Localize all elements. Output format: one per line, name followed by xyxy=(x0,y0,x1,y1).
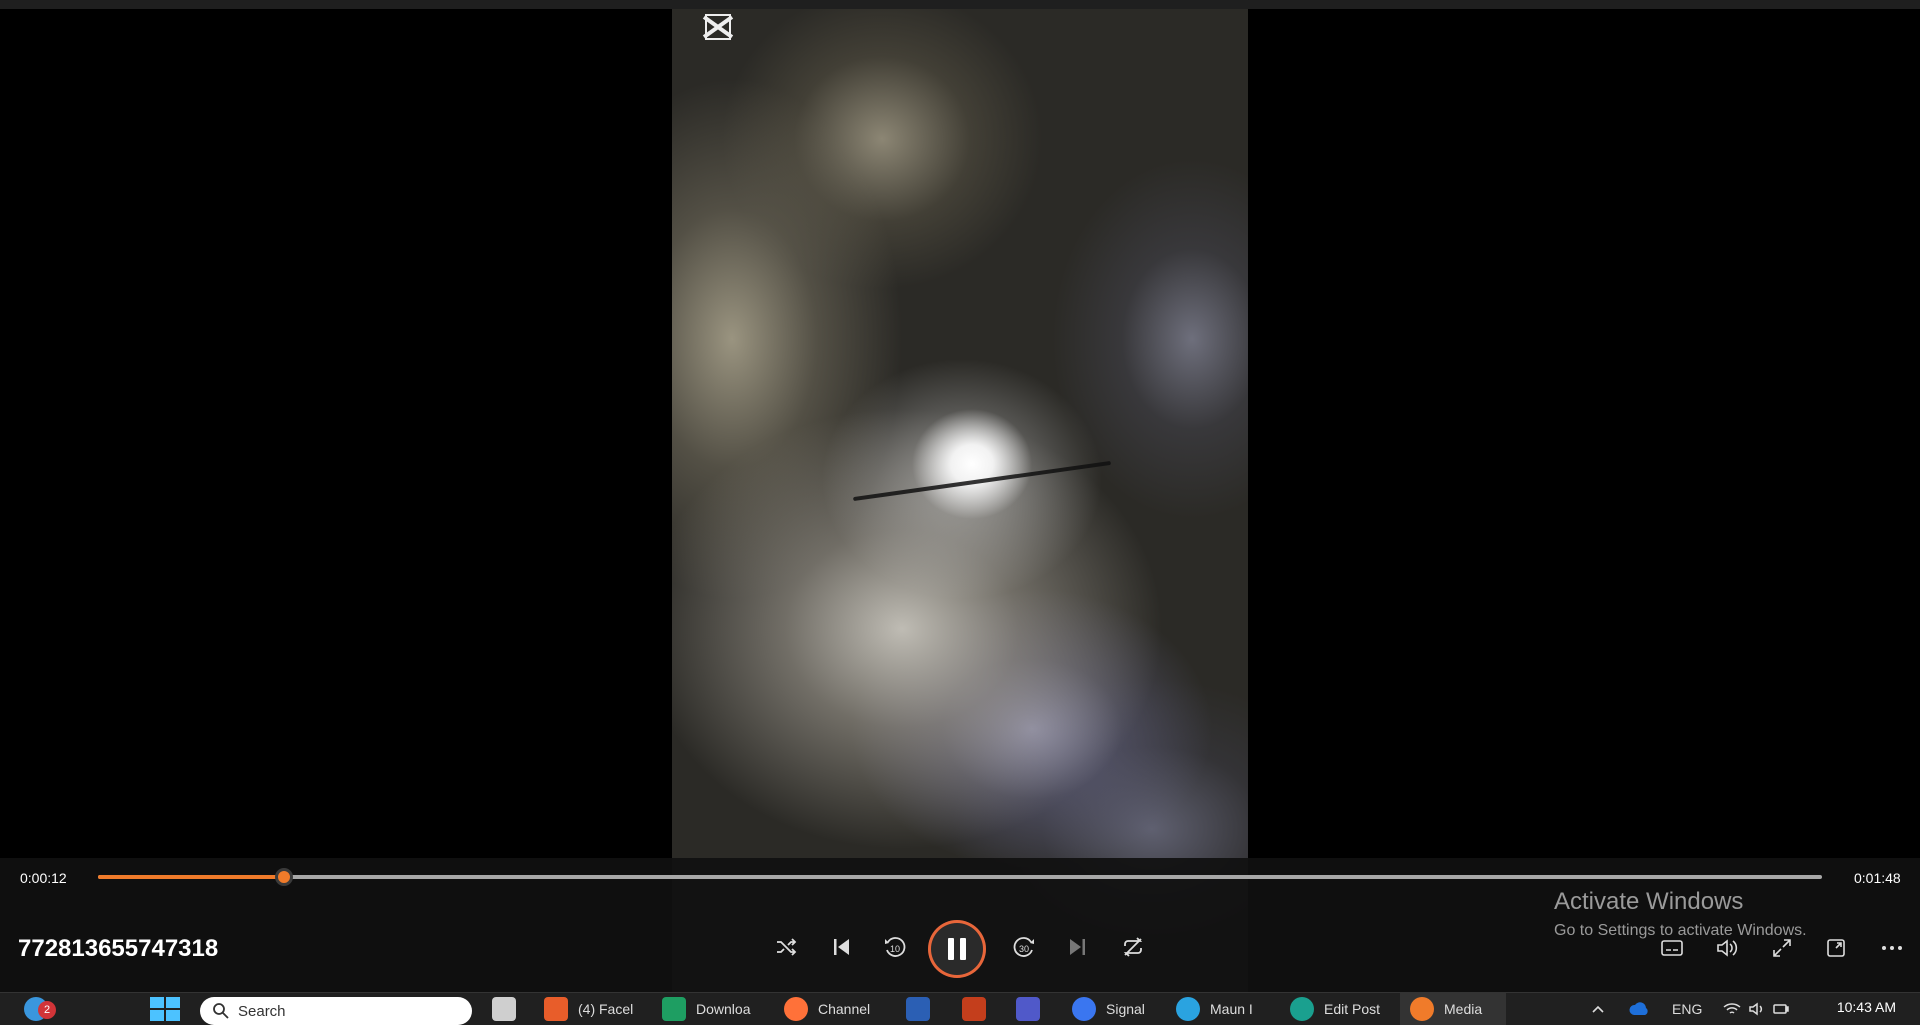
activate-windows-title: Activate Windows xyxy=(1554,888,1744,915)
windows-start-icon xyxy=(150,997,180,1021)
notification-badge: 2 xyxy=(38,1001,56,1019)
repeat-icon xyxy=(1123,937,1143,957)
language-indicator[interactable]: ENG xyxy=(1672,993,1702,1025)
forward-30-icon: 30 xyxy=(1013,937,1034,957)
pause-icon xyxy=(948,938,966,960)
subtitles-button[interactable] xyxy=(1654,930,1690,966)
fullscreen-icon xyxy=(1773,939,1791,957)
svg-text:30: 30 xyxy=(1019,944,1029,954)
wifi-icon xyxy=(1723,1003,1741,1014)
shuffle-button[interactable] xyxy=(764,925,808,969)
taskbar-app-6[interactable] xyxy=(1016,993,1052,1025)
svg-text:10: 10 xyxy=(890,944,900,954)
signal-icon xyxy=(1072,997,1096,1021)
firefox-icon xyxy=(784,997,808,1021)
edge-icon xyxy=(1290,997,1314,1021)
word-icon xyxy=(906,997,930,1021)
chevron-up-icon xyxy=(1592,1005,1604,1013)
taskbar-app-4[interactable] xyxy=(906,993,942,1025)
next-icon xyxy=(1070,939,1085,955)
shuffle-icon xyxy=(777,938,797,956)
taskbar-search-box[interactable]: Search xyxy=(200,997,472,1025)
downloads-icon xyxy=(662,997,686,1021)
title-bar xyxy=(0,0,1920,9)
battery-icon xyxy=(1773,1004,1789,1014)
more-options-button[interactable] xyxy=(1874,930,1910,966)
subtitles-icon xyxy=(1661,940,1683,956)
language-label: ENG xyxy=(1672,1001,1703,1017)
windows-taskbar: 2 Search (4) Facel Downloa Channel Signa… xyxy=(0,992,1920,1025)
taskbar-app-9[interactable]: Edit Post xyxy=(1290,993,1390,1025)
total-duration: 0:01:48 xyxy=(1854,870,1901,886)
taskbar-app-10-active[interactable]: Media xyxy=(1400,993,1506,1025)
taskbar-app-5[interactable] xyxy=(962,993,998,1025)
taskbar-app-7[interactable]: Signal xyxy=(1072,993,1172,1025)
fullscreen-button[interactable] xyxy=(1764,930,1800,966)
taskbar-app-label: Channel xyxy=(818,1001,871,1017)
repeat-button[interactable] xyxy=(1111,925,1155,969)
elapsed-time: 0:00:12 xyxy=(20,870,67,886)
taskbar-app-label: Maun I xyxy=(1210,1001,1253,1017)
search-placeholder: Search xyxy=(238,1002,286,1020)
media-title: 772813655747318 xyxy=(18,935,219,962)
tray-overflow-button[interactable] xyxy=(1590,993,1606,1025)
volume-button[interactable] xyxy=(1709,930,1745,966)
seek-bar[interactable] xyxy=(98,868,1822,886)
speaker-icon xyxy=(1749,1002,1763,1016)
onedrive-button[interactable] xyxy=(1628,993,1650,1025)
brave-icon xyxy=(544,997,568,1021)
miniplayer-button[interactable] xyxy=(1818,930,1854,966)
media-player-icon xyxy=(1410,997,1434,1021)
taskbar-app-label: Media xyxy=(1444,1001,1483,1017)
next-button[interactable] xyxy=(1056,925,1100,969)
rewind-10-icon: 10 xyxy=(885,937,906,957)
telegram-icon xyxy=(1176,997,1200,1021)
task-view-button[interactable] xyxy=(492,993,526,1025)
rewind-button[interactable]: 10 xyxy=(873,925,917,969)
volume-icon xyxy=(1717,939,1738,957)
taskbar-app-2[interactable]: Downloa xyxy=(662,993,762,1025)
previous-button[interactable] xyxy=(819,925,863,969)
search-icon xyxy=(213,1003,229,1019)
taskbar-app-label: (4) Facel xyxy=(578,1001,634,1017)
system-status-button[interactable] xyxy=(1722,993,1790,1025)
start-button[interactable] xyxy=(150,993,180,1025)
capcut-logo-icon xyxy=(702,14,734,40)
cloud-icon xyxy=(1629,1002,1648,1015)
taskbar-app-label: Downloa xyxy=(696,1001,751,1017)
taskbar-app-3[interactable]: Channel xyxy=(784,993,884,1025)
seek-bar-progress xyxy=(98,875,285,879)
taskbar-clock[interactable]: 10:43 AM xyxy=(1837,999,1896,1015)
previous-icon xyxy=(834,939,849,955)
video-frame[interactable] xyxy=(672,9,1248,992)
taskbar-app-8[interactable]: Maun I xyxy=(1176,993,1266,1025)
powerpoint-icon xyxy=(962,997,986,1021)
play-pause-button[interactable] xyxy=(928,920,986,978)
teams-icon xyxy=(1016,997,1040,1021)
video-frame-detail xyxy=(852,460,1112,502)
taskbar-app-label: Signal xyxy=(1106,1001,1145,1017)
more-icon xyxy=(1882,946,1902,950)
task-view-icon xyxy=(492,997,516,1021)
taskbar-app-1[interactable]: (4) Facel xyxy=(544,993,640,1025)
forward-button[interactable]: 30 xyxy=(1002,925,1046,969)
miniplayer-icon xyxy=(1827,939,1845,957)
taskbar-app-label: Edit Post xyxy=(1324,1001,1381,1017)
